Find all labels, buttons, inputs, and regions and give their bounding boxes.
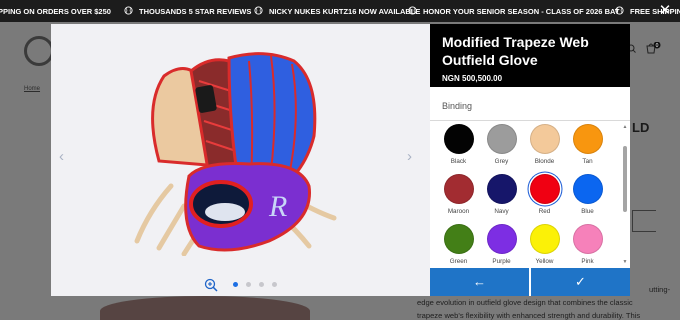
swatch-scrollbar[interactable]: ▲ ▼ (622, 124, 628, 265)
swatch-label: Pink (581, 258, 594, 265)
slide-pagination (233, 282, 277, 287)
svg-text:R: R (268, 190, 287, 223)
arrow-left-icon: ← (473, 274, 486, 289)
swatch-pink[interactable]: Pink (571, 224, 604, 265)
scrollbar-thumb[interactable] (623, 146, 627, 212)
back-button[interactable]: ← (430, 268, 529, 296)
swatch-label: Black (450, 158, 467, 165)
swatch-red[interactable]: Red (528, 174, 561, 215)
glove-customizer-modal: ‹ › R Modified Trapeze Web Outfield Glov… (51, 24, 630, 296)
swatch-black[interactable]: Black (442, 124, 475, 165)
swatch-color-circle (529, 124, 560, 154)
swatch-color-circle (529, 174, 560, 204)
swatch-grey[interactable]: Grey (485, 124, 518, 165)
header-actions: 0 (628, 42, 661, 54)
swatch-label: Grey (494, 158, 509, 165)
swatch-navy[interactable]: Navy (485, 174, 518, 215)
slide-dot[interactable] (259, 282, 264, 287)
checkmark-icon: ✓ (575, 274, 586, 289)
close-icon[interactable]: ✕ (657, 3, 673, 19)
slide-dot[interactable] (233, 282, 238, 287)
swatch-color-circle (443, 224, 474, 254)
next-slide-icon[interactable]: › (407, 149, 419, 164)
slide-dot[interactable] (272, 282, 277, 287)
swatch-color-circle (572, 224, 603, 254)
announcement-senior: HONOR YOUR SENIOR SEASON - CLASS OF 2026… (423, 7, 620, 16)
swatch-label: Purple (492, 258, 511, 265)
quantity-box[interactable] (632, 210, 656, 232)
swatch-label: Red (538, 208, 551, 215)
site-logo (24, 36, 54, 66)
baseball-icon (408, 6, 417, 15)
swatch-label: Tan (582, 158, 593, 165)
swatch-yellow[interactable]: Yellow (528, 224, 561, 265)
color-swatch-grid: Black Grey Blonde Tan Maroon Navy Red Blue Green… (442, 124, 622, 265)
swatch-color-circle (572, 124, 603, 154)
swatch-color-circle (572, 174, 603, 204)
glove-image: R (134, 52, 337, 256)
swatch-label: Blue (581, 208, 594, 215)
breadcrumb-home[interactable]: Home (24, 86, 40, 92)
scroll-up-icon[interactable]: ▲ (622, 124, 628, 130)
swatch-color-circle (529, 224, 560, 254)
page-title-fragment: LD (632, 120, 650, 135)
announcement-reviews: THOUSANDS 5 STAR REVIEWS (139, 7, 252, 16)
swatch-blue[interactable]: Blue (571, 174, 604, 215)
swatch-color-circle (443, 174, 474, 204)
swatch-green[interactable]: Green (442, 224, 475, 265)
swatch-color-circle (486, 124, 517, 154)
swatch-color-circle (486, 224, 517, 254)
announcement-kurtz: NICKY NUKES KURTZ16 NOW AVAILABLE (269, 7, 421, 16)
customization-panel: Modified Trapeze Web Outfield Glove NGN … (430, 24, 630, 296)
section-label-binding: Binding (442, 101, 473, 111)
swatch-label: Green (449, 258, 468, 265)
swatch-tan[interactable]: Tan (571, 124, 604, 165)
baseball-icon (124, 6, 133, 15)
zoom-icon[interactable] (204, 278, 218, 292)
confirm-button[interactable]: ✓ (531, 268, 630, 296)
baseball-icon (254, 6, 263, 15)
swatch-label: Blonde (534, 158, 555, 165)
product-price: NGN 500,500.00 (442, 74, 503, 83)
swatch-purple[interactable]: Purple (485, 224, 518, 265)
product-header: Modified Trapeze Web Outfield Glove NGN … (430, 24, 630, 87)
baseball-icon (615, 6, 624, 15)
divider (430, 120, 630, 121)
background-glove-image (100, 296, 310, 320)
announcement-shipping: PPING ON ORDERS OVER $250 (0, 7, 111, 16)
swatch-label: Navy (494, 208, 509, 215)
swatch-label: Maroon (447, 208, 470, 215)
prev-slide-icon[interactable]: ‹ (59, 149, 71, 164)
swatch-maroon[interactable]: Maroon (442, 174, 475, 215)
swatch-color-circle (443, 124, 474, 154)
scroll-down-icon[interactable]: ▼ (622, 259, 628, 265)
cart-count: 0 (656, 43, 659, 49)
announcement-bar: PPING ON ORDERS OVER $250 THOUSANDS 5 ST… (0, 0, 680, 22)
swatch-blonde[interactable]: Blonde (528, 124, 561, 165)
image-gallery: ‹ › R (51, 24, 430, 296)
swatch-label: Yellow (535, 258, 554, 265)
slide-dot[interactable] (246, 282, 251, 287)
swatch-color-circle (486, 174, 517, 204)
product-title: Modified Trapeze Web Outfield Glove (442, 34, 589, 68)
